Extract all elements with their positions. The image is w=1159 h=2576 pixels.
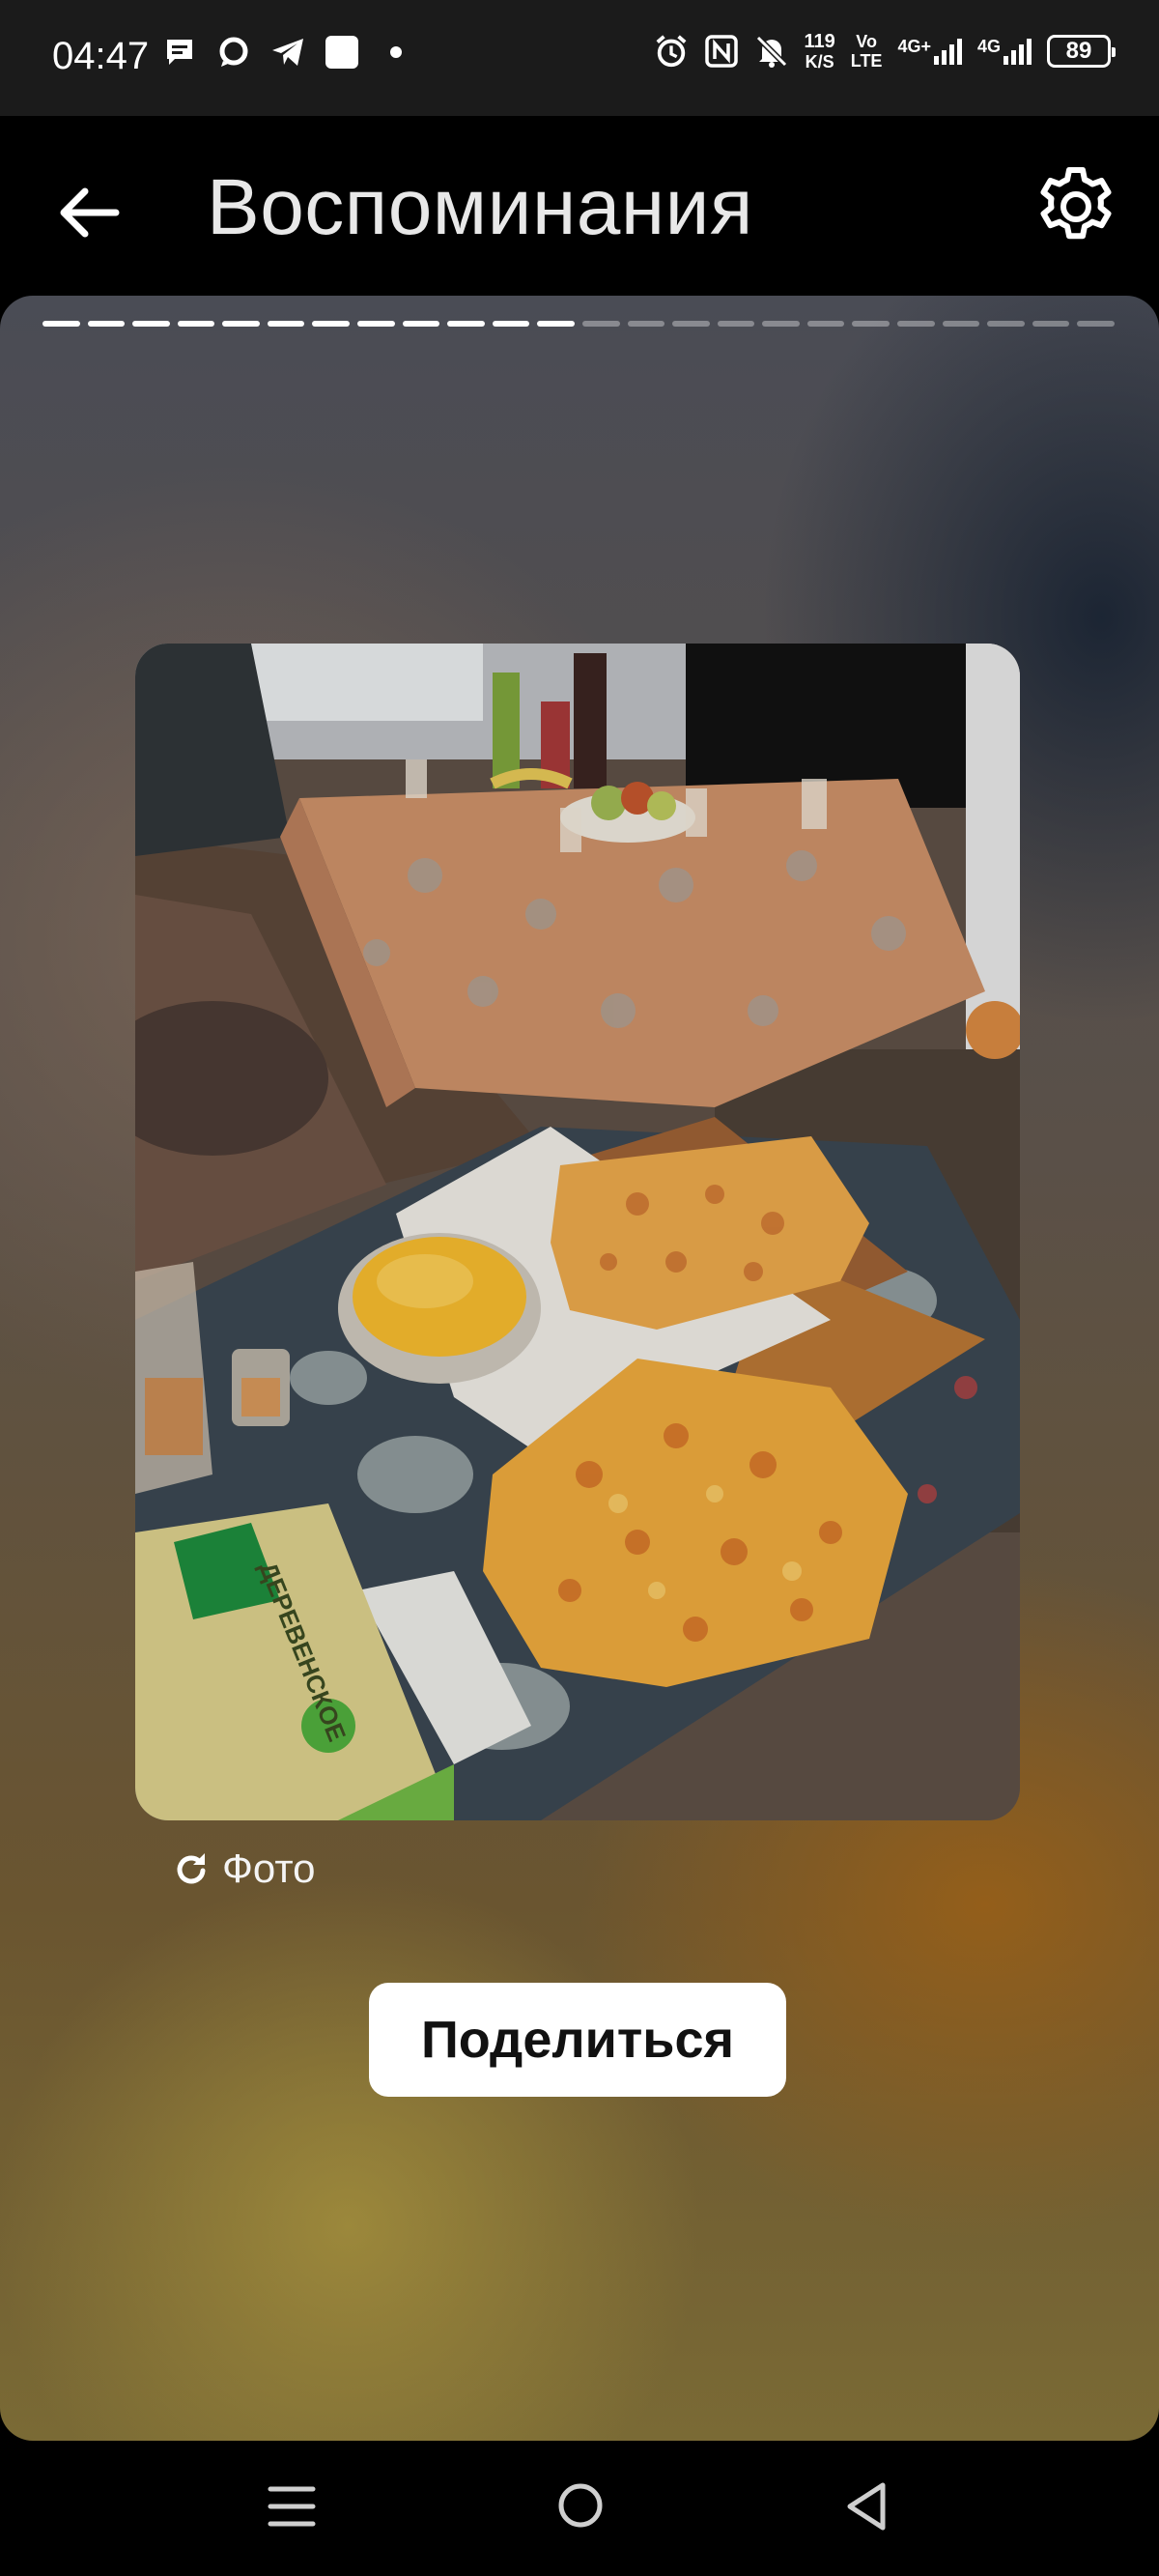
share-button[interactable]: Поделиться [369,1983,786,2097]
progress-segment [987,321,1025,327]
gear-icon [1040,167,1112,240]
settings-button[interactable] [1032,162,1120,251]
triangle-back-icon [847,2482,886,2531]
progress-segment [402,321,440,327]
home-button[interactable] [556,2481,605,2530]
menu-lines-icon [268,2486,316,2527]
progress-segment [267,321,305,327]
page-title: Воспоминания [207,163,753,251]
signal-icon [933,39,962,65]
progress-segment [177,321,215,327]
progress-segment [1032,321,1070,327]
progress-segment [581,321,620,327]
system-back-button[interactable] [842,2479,890,2533]
progress-segment [672,321,710,327]
progress-segment [357,321,395,327]
food-table-photo: ДЕРЕВЕНСКОЕ [135,644,1020,1820]
back-button[interactable] [50,174,127,251]
progress-segment [627,321,665,327]
progress-segment [942,321,980,327]
alarm-icon [654,34,689,69]
signal-sim2: 4G [977,37,1032,66]
progress-segment [312,321,351,327]
progress-segment [492,321,530,327]
signal-icon [1004,39,1032,65]
mute-icon [754,34,789,69]
app-square-icon [325,35,359,70]
battery-icon: 89 [1047,35,1116,68]
memory-photo[interactable]: ДЕРЕВЕНСКОЕ [135,644,1020,1820]
progress-segment [447,321,485,327]
progress-segment [42,321,80,327]
network-speed: 119 K/S [804,31,835,72]
story-progress-bar [42,321,1115,327]
progress-segment [132,321,170,327]
progress-segment [222,321,260,327]
arrow-left-icon [60,187,120,238]
notification-icons [162,35,413,70]
system-icons: 119 K/S Vo LTE 4G+ 4G 89 [654,31,1116,72]
message-icon [162,35,197,70]
progress-segment [762,321,800,327]
recent-apps-button[interactable] [267,2481,317,2532]
progress-segment [896,321,935,327]
app-bar: Воспоминания [0,116,1159,296]
circle-home-icon [558,2483,603,2528]
photo-caption[interactable]: Фото [174,1846,316,1892]
photo-caption-label: Фото [222,1846,316,1891]
memories-story-card[interactable]: ДЕРЕВЕНСКОЕ Фото Поделиться [0,296,1159,2441]
chat-bubble-icon [216,35,251,70]
progress-segment [806,321,845,327]
status-time: 04:47 [52,35,150,77]
signal-sim1: 4G+ [897,37,962,66]
telegram-icon [270,35,305,70]
more-dot-icon [379,35,413,70]
progress-segment [717,321,755,327]
status-bar: 04:47 119 K/S Vo LTE 4G+ 4G 89 [0,0,1159,116]
volte-indicator: Vo LTE [850,32,883,71]
progress-segment [852,321,890,327]
progress-segment [1077,321,1115,327]
nfc-icon [704,34,739,69]
progress-segment [87,321,126,327]
progress-segment [537,321,575,327]
redo-arrow-icon [177,1853,206,1884]
system-navigation-bar [0,2441,1159,2576]
